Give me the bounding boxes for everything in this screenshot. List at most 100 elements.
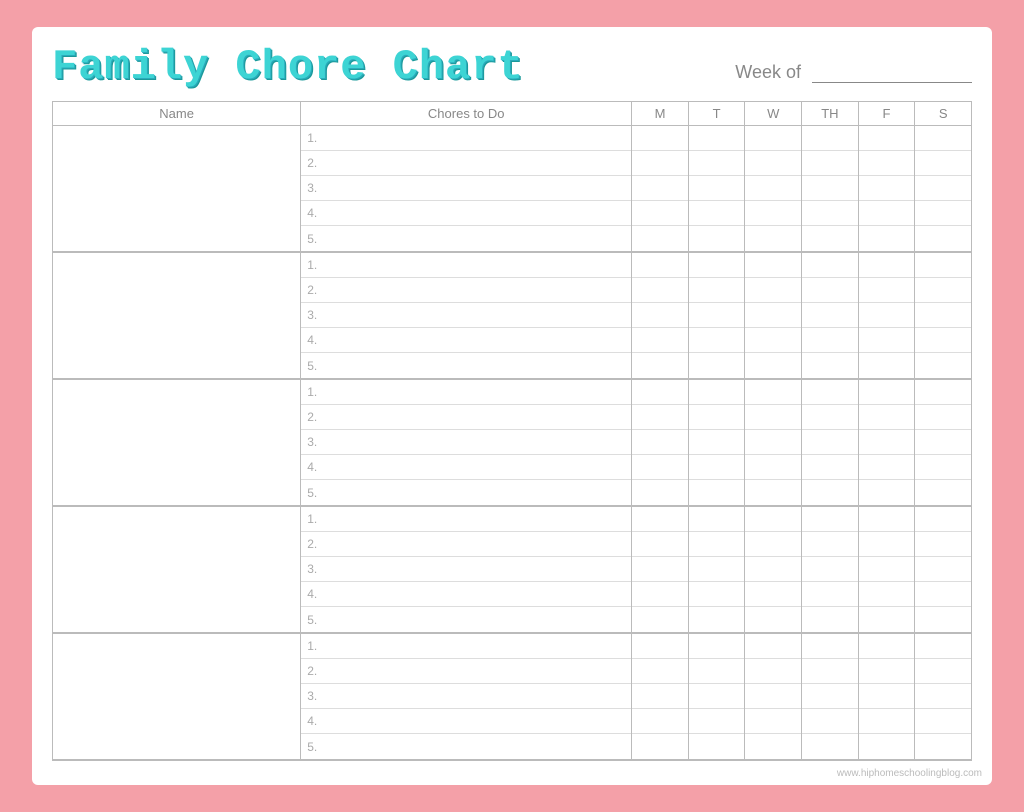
chore-item-0-4[interactable]: 5. (301, 226, 631, 251)
check-box-4-0-4[interactable] (632, 734, 688, 759)
chore-item-2-0[interactable]: 1. (301, 380, 631, 405)
check-box-1-4-3[interactable] (859, 328, 915, 353)
check-box-1-3-4[interactable] (802, 353, 858, 378)
check-box-4-1-0[interactable] (689, 634, 745, 659)
check-box-1-0-1[interactable] (632, 278, 688, 303)
check-box-1-1-3[interactable] (689, 328, 745, 353)
check-box-3-1-1[interactable] (689, 532, 745, 557)
chore-item-0-0[interactable]: 1. (301, 126, 631, 151)
check-box-2-3-2[interactable] (802, 430, 858, 455)
check-box-4-3-3[interactable] (802, 709, 858, 734)
check-box-4-3-4[interactable] (802, 734, 858, 759)
check-box-4-1-4[interactable] (689, 734, 745, 759)
chore-item-0-3[interactable]: 4. (301, 201, 631, 226)
name-cell-1[interactable] (53, 252, 301, 379)
check-box-0-4-0[interactable] (859, 126, 915, 151)
check-box-2-3-1[interactable] (802, 405, 858, 430)
check-box-3-0-3[interactable] (632, 582, 688, 607)
check-box-1-4-0[interactable] (859, 253, 915, 278)
check-box-1-0-0[interactable] (632, 253, 688, 278)
check-box-0-3-0[interactable] (802, 126, 858, 151)
check-box-2-1-2[interactable] (689, 430, 745, 455)
check-box-1-2-1[interactable] (745, 278, 801, 303)
check-box-0-2-0[interactable] (745, 126, 801, 151)
name-cell-2[interactable] (53, 379, 301, 506)
check-box-2-4-1[interactable] (859, 405, 915, 430)
check-box-4-0-2[interactable] (632, 684, 688, 709)
check-box-2-2-1[interactable] (745, 405, 801, 430)
chore-item-2-1[interactable]: 2. (301, 405, 631, 430)
check-box-0-5-3[interactable] (915, 201, 971, 226)
check-box-0-5-1[interactable] (915, 151, 971, 176)
check-box-3-3-0[interactable] (802, 507, 858, 532)
check-box-2-2-3[interactable] (745, 455, 801, 480)
check-box-3-1-3[interactable] (689, 582, 745, 607)
check-box-3-0-1[interactable] (632, 532, 688, 557)
check-box-2-1-4[interactable] (689, 480, 745, 505)
check-box-4-0-3[interactable] (632, 709, 688, 734)
check-box-1-5-1[interactable] (915, 278, 971, 303)
check-box-2-5-4[interactable] (915, 480, 971, 505)
check-box-1-5-2[interactable] (915, 303, 971, 328)
check-box-3-0-0[interactable] (632, 507, 688, 532)
chore-item-1-3[interactable]: 4. (301, 328, 631, 353)
check-box-1-0-4[interactable] (632, 353, 688, 378)
check-box-2-5-3[interactable] (915, 455, 971, 480)
check-box-4-2-1[interactable] (745, 659, 801, 684)
name-cell-4[interactable] (53, 633, 301, 760)
check-box-0-5-4[interactable] (915, 226, 971, 251)
check-box-3-2-1[interactable] (745, 532, 801, 557)
chore-item-1-0[interactable]: 1. (301, 253, 631, 278)
chore-item-4-0[interactable]: 1. (301, 634, 631, 659)
check-box-2-4-2[interactable] (859, 430, 915, 455)
check-box-4-5-3[interactable] (915, 709, 971, 734)
check-box-4-2-4[interactable] (745, 734, 801, 759)
chore-item-4-4[interactable]: 5. (301, 734, 631, 759)
check-box-0-3-1[interactable] (802, 151, 858, 176)
check-box-0-1-4[interactable] (689, 226, 745, 251)
check-box-2-0-1[interactable] (632, 405, 688, 430)
check-box-2-0-4[interactable] (632, 480, 688, 505)
check-box-0-2-1[interactable] (745, 151, 801, 176)
check-box-3-5-1[interactable] (915, 532, 971, 557)
check-box-1-1-0[interactable] (689, 253, 745, 278)
check-box-2-3-3[interactable] (802, 455, 858, 480)
chore-item-3-0[interactable]: 1. (301, 507, 631, 532)
check-box-1-2-4[interactable] (745, 353, 801, 378)
check-box-4-5-1[interactable] (915, 659, 971, 684)
check-box-1-3-2[interactable] (802, 303, 858, 328)
check-box-0-3-2[interactable] (802, 176, 858, 201)
check-box-0-1-2[interactable] (689, 176, 745, 201)
check-box-1-4-4[interactable] (859, 353, 915, 378)
check-box-3-2-2[interactable] (745, 557, 801, 582)
check-box-1-4-1[interactable] (859, 278, 915, 303)
chore-item-3-1[interactable]: 2. (301, 532, 631, 557)
check-box-0-0-0[interactable] (632, 126, 688, 151)
check-box-4-5-4[interactable] (915, 734, 971, 759)
chore-item-0-1[interactable]: 2. (301, 151, 631, 176)
check-box-0-2-3[interactable] (745, 201, 801, 226)
check-box-2-4-4[interactable] (859, 480, 915, 505)
check-box-4-3-2[interactable] (802, 684, 858, 709)
check-box-0-4-1[interactable] (859, 151, 915, 176)
check-box-2-1-0[interactable] (689, 380, 745, 405)
check-box-1-2-0[interactable] (745, 253, 801, 278)
check-box-0-4-2[interactable] (859, 176, 915, 201)
check-box-2-3-4[interactable] (802, 480, 858, 505)
check-box-1-1-4[interactable] (689, 353, 745, 378)
check-box-0-5-2[interactable] (915, 176, 971, 201)
check-box-0-0-2[interactable] (632, 176, 688, 201)
check-box-3-2-3[interactable] (745, 582, 801, 607)
chore-item-4-3[interactable]: 4. (301, 709, 631, 734)
check-box-3-1-2[interactable] (689, 557, 745, 582)
check-box-4-5-0[interactable] (915, 634, 971, 659)
check-box-0-0-4[interactable] (632, 226, 688, 251)
check-box-4-1-1[interactable] (689, 659, 745, 684)
check-box-2-4-0[interactable] (859, 380, 915, 405)
check-box-2-0-2[interactable] (632, 430, 688, 455)
check-box-1-1-1[interactable] (689, 278, 745, 303)
check-box-0-1-3[interactable] (689, 201, 745, 226)
check-box-1-3-3[interactable] (802, 328, 858, 353)
check-box-2-1-1[interactable] (689, 405, 745, 430)
check-box-0-3-4[interactable] (802, 226, 858, 251)
